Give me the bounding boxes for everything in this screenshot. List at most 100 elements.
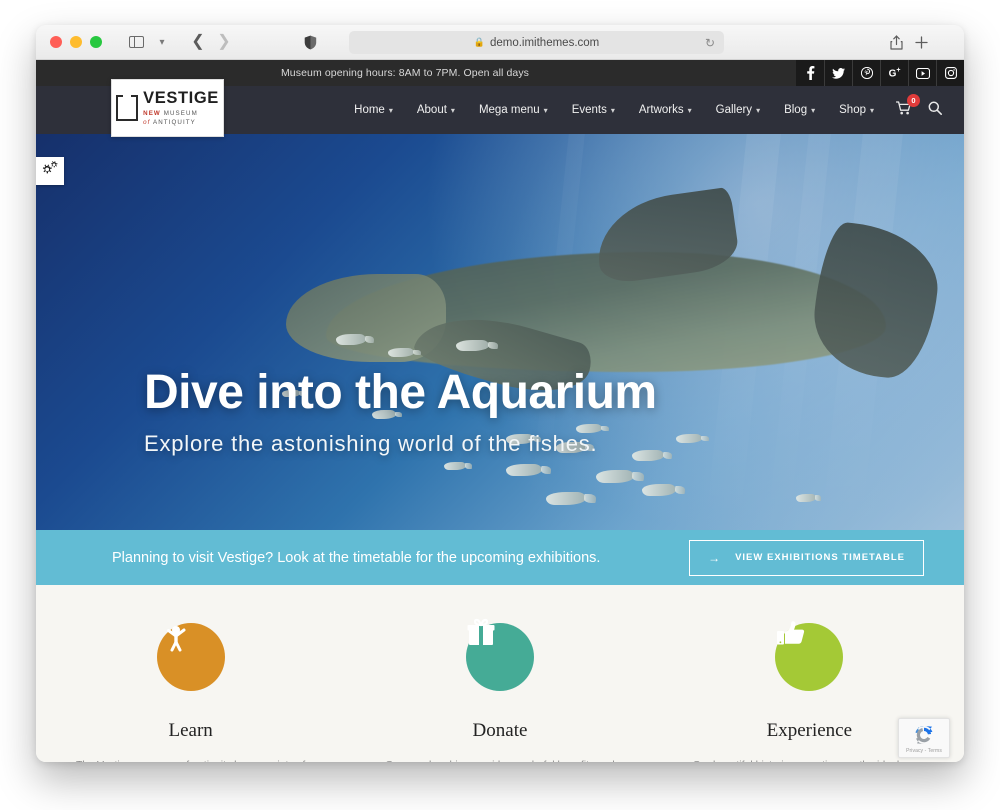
nav-item-shop[interactable]: Shop ▾: [827, 104, 886, 116]
feature-title: Donate: [472, 720, 528, 741]
view-exhibitions-timetable-button[interactable]: → VIEW EXHIBITIONS TIMETABLE: [689, 539, 924, 576]
logo-new-text: NEW: [143, 110, 161, 118]
share-icon[interactable]: [890, 34, 903, 50]
chevron-down-icon: ▾: [687, 105, 692, 115]
address-bar[interactable]: 🔒 demo.imithemes.com ↻: [349, 31, 724, 54]
logo-tagline-line2: of ANTIQUITY: [143, 118, 219, 126]
maximize-window-button[interactable]: [90, 36, 102, 48]
nav-label: Events: [571, 104, 607, 116]
cta-button-label: VIEW EXHIBITIONS TIMETABLE: [735, 552, 905, 563]
graduate-person-icon: [159, 619, 193, 658]
recaptcha-logo-icon: [912, 723, 936, 747]
toolbar-right-group: [890, 34, 952, 50]
nav-label: Gallery: [715, 104, 753, 116]
lock-icon: 🔒: [473, 37, 485, 47]
fish: [546, 492, 597, 505]
fish: [506, 464, 552, 476]
twitter-icon[interactable]: [824, 60, 852, 86]
fish: [444, 462, 472, 470]
chevron-down-icon: ▾: [388, 105, 393, 115]
fish: [336, 334, 374, 345]
facebook-icon[interactable]: [796, 60, 824, 86]
cart-count-badge: 0: [907, 93, 920, 107]
logo-antiquity-text: ANTIQUITY: [153, 118, 196, 126]
nav-item-artworks[interactable]: Artworks ▾: [627, 104, 704, 116]
forward-arrow-icon[interactable]: ❯: [212, 30, 236, 54]
recaptcha-badge[interactable]: Privacy - Terms: [898, 718, 950, 758]
nav-label: Artworks: [638, 104, 684, 116]
gift-box-icon: [465, 617, 497, 654]
logo-of-text: of: [143, 118, 151, 126]
hero-slider: Dive into the Aquarium Explore the aston…: [36, 134, 964, 530]
site-logo[interactable]: VESTIGE NEW MUSEUM of ANTIQUITY: [111, 79, 224, 137]
nav-label: About: [416, 104, 447, 116]
gears-settings-icon: [40, 160, 60, 183]
fish: [456, 340, 498, 351]
tab-overview-icon[interactable]: [940, 36, 952, 48]
chevron-down-icon[interactable]: ▾: [150, 30, 174, 54]
fish: [642, 484, 685, 496]
chevron-down-icon: ▾: [811, 105, 816, 115]
youtube-icon[interactable]: [908, 60, 936, 86]
back-arrow-icon[interactable]: ❮: [186, 30, 210, 54]
nav-item-mega-menu[interactable]: Mega menu ▾: [467, 104, 560, 116]
nav-item-gallery[interactable]: Gallery ▾: [704, 104, 772, 116]
feature-icon-circle: [775, 621, 844, 691]
feature-description: Our memberships provide wonderful benefi…: [375, 757, 625, 762]
minimize-window-button[interactable]: [70, 36, 82, 48]
feature-description: The Vestige, museum of antiquity has a v…: [66, 757, 316, 762]
close-window-button[interactable]: [50, 36, 62, 48]
nav-label: Shop: [839, 104, 866, 116]
nav-label: Blog: [784, 104, 808, 116]
fish: [796, 494, 822, 502]
chevron-down-icon: ▾: [869, 105, 874, 115]
fish: [676, 434, 709, 443]
thumbs-up-icon: [773, 617, 807, 656]
cta-text: Planning to visit Vestige? Look at the t…: [112, 549, 601, 566]
nav-item-events[interactable]: Events ▾: [560, 104, 627, 116]
nav-item-about[interactable]: About ▾: [405, 104, 467, 116]
hero-subtitle: Explore the astonishing world of the fis…: [144, 431, 598, 456]
pinterest-icon[interactable]: [852, 60, 880, 86]
sidebar-toggle-icon[interactable]: [124, 30, 148, 54]
chevron-down-icon: ▾: [756, 105, 761, 115]
logo-mark-icon: [115, 94, 139, 121]
theme-settings-toggle[interactable]: [36, 157, 64, 185]
logo-name: VESTIGE: [143, 89, 219, 108]
main-navigation: Home ▾ About ▾ Mega menu ▾ Events ▾ Artw…: [342, 86, 886, 134]
window-controls: [50, 36, 102, 48]
feature-title: Learn: [168, 720, 213, 741]
hero-copy: Dive into the Aquarium Explore the aston…: [144, 369, 657, 457]
feature-icon-circle: [465, 618, 534, 691]
reload-icon[interactable]: ↻: [705, 36, 715, 50]
fish: [388, 348, 421, 357]
feature-description: Our beautiful historic properties are th…: [684, 757, 934, 762]
chevron-down-icon: ▾: [450, 105, 455, 115]
nav-label: Mega menu: [478, 104, 540, 116]
page-viewport: Museum opening hours: 8AM to 7PM. Open a…: [36, 60, 964, 762]
privacy-shield-icon[interactable]: [304, 35, 317, 50]
browser-window: ▾ ❮ ❯ 🔒 demo.imithemes.com ↻ Museum open…: [36, 25, 964, 762]
header-tools: 0: [895, 86, 942, 134]
instagram-icon[interactable]: [936, 60, 964, 86]
browser-toolbar: ▾ ❮ ❯ 🔒 demo.imithemes.com ↻: [36, 25, 964, 60]
search-icon[interactable]: [928, 101, 942, 120]
hero-title: Dive into the Aquarium: [144, 366, 657, 419]
features-section: Learn The Vestige, museum of antiquity h…: [36, 585, 964, 762]
nav-item-home[interactable]: Home ▾: [342, 104, 405, 116]
chevron-down-icon: ▾: [543, 105, 548, 115]
feature-card-donate[interactable]: Donate Our memberships provide wonderful…: [345, 618, 654, 762]
googleplus-icon[interactable]: G+: [880, 60, 908, 86]
toolbar-left-group: ▾ ❮ ❯: [124, 30, 236, 54]
url-text: demo.imithemes.com: [489, 36, 600, 49]
arrow-right-icon: →: [708, 550, 722, 565]
feature-icon-circle: [156, 623, 225, 691]
logo-tagline-line1: NEW MUSEUM: [143, 111, 219, 117]
shopping-cart-icon[interactable]: 0: [895, 93, 920, 120]
logo-museum-text: MUSEUM: [163, 110, 198, 118]
cta-band: Planning to visit Vestige? Look at the t…: [36, 530, 964, 585]
feature-card-learn[interactable]: Learn The Vestige, museum of antiquity h…: [36, 623, 345, 762]
nav-item-blog[interactable]: Blog ▾: [772, 104, 827, 116]
nav-label: Home: [354, 104, 385, 116]
plus-icon[interactable]: [915, 35, 928, 49]
